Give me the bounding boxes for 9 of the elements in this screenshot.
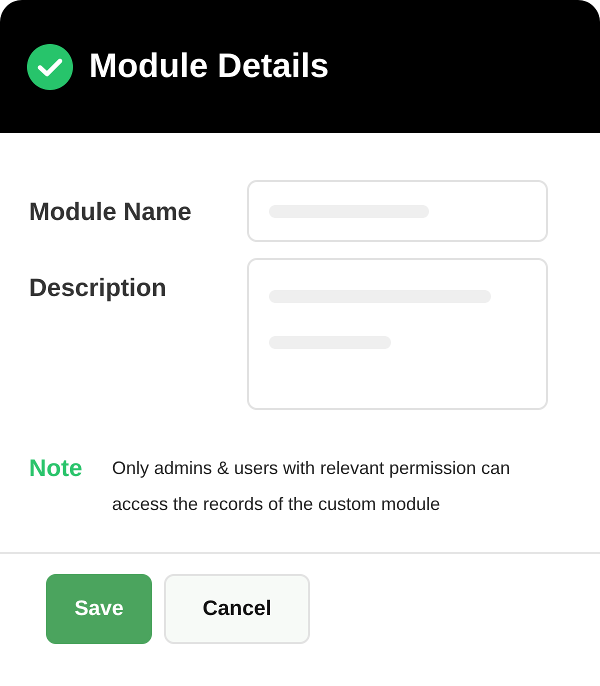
note-label: Note	[29, 454, 84, 484]
input-field[interactable]	[247, 258, 548, 410]
check-icon	[27, 44, 73, 90]
note-text: Only admins & users with relevant permission can access the records of the custom module	[112, 457, 512, 516]
field-label: Description	[29, 273, 168, 304]
field-label: Module Name	[29, 197, 193, 228]
cancel-button[interactable]: Cancel	[164, 574, 310, 644]
dialog-title: Module Details	[89, 46, 329, 87]
input-field[interactable]	[247, 180, 548, 242]
